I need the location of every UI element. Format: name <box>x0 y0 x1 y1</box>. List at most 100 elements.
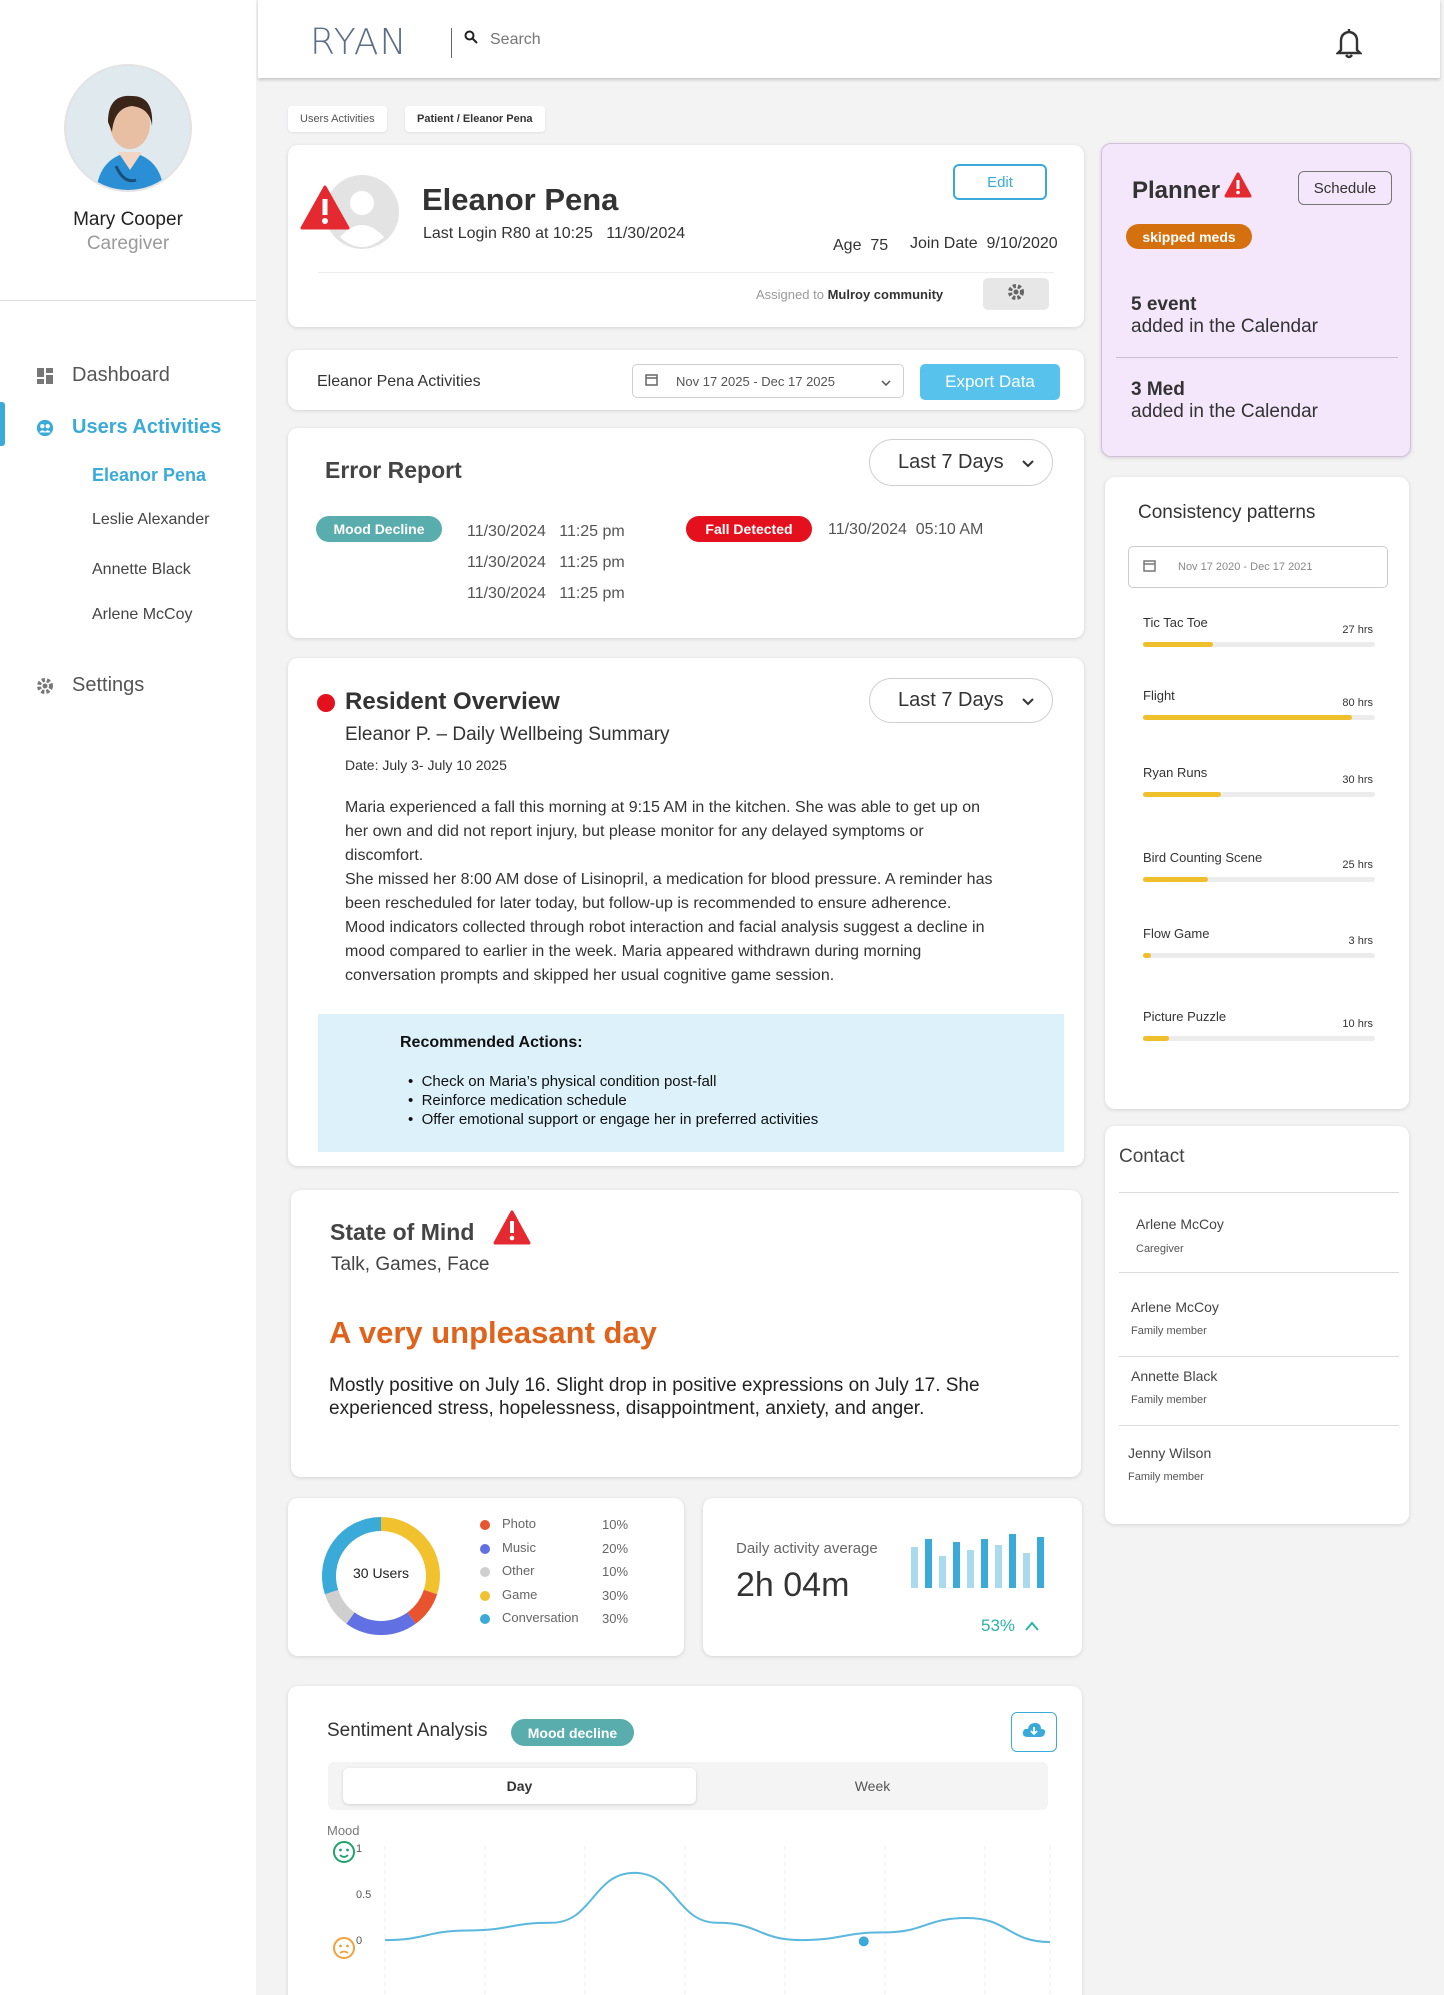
cloud-download-button[interactable] <box>1011 1712 1057 1752</box>
donut-slice-game <box>380 1517 440 1595</box>
error-report-title: Error Report <box>325 457 462 483</box>
contact-title: Contact <box>1119 1146 1185 1167</box>
state-of-mind-title: State of Mind <box>330 1219 475 1245</box>
gear-icon <box>1007 283 1025 306</box>
date-range-picker[interactable]: Nov 17 2025 - Dec 17 2025 <box>632 364 904 398</box>
mood-summary-line: Mostly positive on July 16. Slight drop … <box>329 1375 980 1396</box>
legend-item-other: Other 10% <box>480 1563 670 1583</box>
overview-line: been rescheduled for later today, but fo… <box>345 895 952 912</box>
action-text: Reinforce medication schedule <box>421 1092 627 1109</box>
schedule-button[interactable]: Schedule <box>1298 171 1392 205</box>
action-item: • Check on Maria’s physical condition po… <box>408 1073 717 1090</box>
breadcrumb-patient: Patient / Eleanor Pena <box>405 106 545 132</box>
contact-role: Caregiver <box>1136 1243 1184 1255</box>
game-progress-bar <box>1143 715 1375 720</box>
legend-dot <box>480 1520 490 1530</box>
daily-bar <box>981 1539 988 1588</box>
donut-slice-photo <box>407 1589 438 1624</box>
overview-range-dropdown[interactable]: Last 7 Days <box>869 678 1053 723</box>
active-indicator <box>0 402 5 446</box>
y-tick-label: 0 <box>356 1935 362 1947</box>
overview-title: Resident Overview <box>345 688 560 715</box>
join-label: Join Date <box>910 235 978 252</box>
game-hours: 10 hrs <box>1342 1018 1373 1030</box>
daily-bar <box>995 1545 1002 1588</box>
game-progress-bar <box>1143 642 1375 647</box>
legend-dot <box>480 1590 490 1601</box>
nav-settings[interactable]: Settings <box>36 674 144 697</box>
patient-card: Eleanor Pena Last Login R80 at 10:25 11/… <box>288 145 1084 327</box>
edit-button[interactable]: Edit <box>953 164 1047 200</box>
overview-line: mood compared to earlier in the week. Ma… <box>345 943 922 960</box>
nav-dashboard[interactable]: Dashboard <box>36 364 170 387</box>
overview-line: Mood indicators collected through robot … <box>345 919 985 936</box>
breadcrumb-users-activities[interactable]: Users Activities <box>288 106 387 132</box>
sidebar-divider <box>0 300 256 301</box>
contact-name[interactable]: Jenny Wilson <box>1128 1445 1211 1461</box>
patient-link-eleanor-pena[interactable]: Eleanor Pena <box>92 465 206 486</box>
search-box[interactable]: Search <box>464 30 541 49</box>
planner-item-desc: added in the Calendar <box>1131 316 1318 337</box>
mood-decline-tag: Mood Decline <box>316 516 442 542</box>
game-name: Tic Tac Toe <box>1143 615 1208 630</box>
patient-link-annette-black[interactable]: Annette Black <box>92 561 191 579</box>
overview-subtitle: Eleanor P. – Daily Wellbeing Summary <box>345 724 670 745</box>
error-range-dropdown[interactable]: Last 7 Days <box>869 439 1053 486</box>
legend-dot <box>480 1543 490 1554</box>
ryan-logo[interactable]: RYAN <box>310 22 407 63</box>
nav-label: Users Activities <box>72 416 222 438</box>
legend-label: Game <box>502 1586 538 1602</box>
game-hours: 3 hrs <box>1348 935 1373 947</box>
planner-card: Planner Schedule skipped meds 5 event ad… <box>1101 143 1411 457</box>
overview-body: Maria experienced a fall this morning at… <box>345 796 992 988</box>
status-dot <box>317 694 335 712</box>
contact-name[interactable]: Annette Black <box>1131 1368 1217 1384</box>
resident-overview-card: Resident Overview Last 7 Days Eleanor P.… <box>288 658 1084 1166</box>
legend-item-game: Game 30% <box>480 1587 670 1607</box>
game-hours: 25 hrs <box>1342 859 1373 871</box>
patient-link-leslie-alexander[interactable]: Leslie Alexander <box>92 511 209 529</box>
game-progress-fill <box>1143 877 1209 882</box>
nav-label: Settings <box>72 674 145 696</box>
daily-value: 2h 04m <box>736 1566 850 1604</box>
bell-icon[interactable] <box>1335 27 1363 64</box>
daily-bar <box>967 1550 974 1588</box>
divider <box>1119 1272 1399 1273</box>
divider <box>1119 1356 1399 1357</box>
user-name: Mary Cooper <box>73 209 183 230</box>
view-tabs: Day Week <box>328 1762 1048 1810</box>
daily-activity-card: Daily activity average 2h 04m 53% <box>703 1498 1082 1656</box>
nav-users-activities[interactable]: Users Activities <box>36 416 221 439</box>
game-progress-bar <box>1143 877 1375 882</box>
error-report-card: Error Report Last 7 Days Mood Decline 11… <box>288 428 1084 638</box>
tab-week[interactable]: Week <box>696 1768 1049 1804</box>
game-progress-fill <box>1143 715 1352 720</box>
legend-item-photo: Photo 10% <box>480 1516 670 1536</box>
overview-date: Date: July 3- July 10 2025 <box>345 757 507 773</box>
settings-button[interactable] <box>983 278 1049 310</box>
game-progress-bar <box>1143 1036 1375 1041</box>
avatar[interactable] <box>64 64 192 192</box>
mood-marker[interactable] <box>856 1934 871 1949</box>
consistency-date-picker[interactable]: Nov 17 2020 - Dec 17 2021 <box>1128 546 1388 588</box>
overview-range-value: Last 7 Days <box>898 689 1004 711</box>
game-hours: 80 hrs <box>1342 697 1373 709</box>
sentiment-chart: 10.50 <box>333 1841 1051 1995</box>
legend-label: Music <box>502 1539 536 1555</box>
assigned-to: Assigned to Mulroy community <box>756 287 943 302</box>
age-label: Age <box>833 237 862 254</box>
contact-name[interactable]: Arlene McCoy <box>1131 1299 1219 1315</box>
state-of-mind-card: State of Mind Talk, Games, Face A very u… <box>291 1190 1081 1477</box>
alert-icon <box>1224 172 1252 204</box>
planner-item-desc: added in the Calendar <box>1131 401 1318 422</box>
tab-day[interactable]: Day <box>343 1768 696 1804</box>
contact-name[interactable]: Arlene McCoy <box>1136 1216 1224 1232</box>
recommended-actions-box: Recommended Actions: • Check on Maria’s … <box>318 1014 1064 1152</box>
mood-entry: 11/30/2024 11:25 pm <box>467 523 625 540</box>
search-input[interactable]: Search <box>490 31 541 49</box>
daily-bar <box>1009 1534 1016 1588</box>
patient-link-arlene-mccoy[interactable]: Arlene McCoy <box>92 606 192 624</box>
age-value: 75 <box>870 237 889 254</box>
date-range-value: Nov 17 2025 - Dec 17 2025 <box>676 373 835 389</box>
export-data-button[interactable]: Export Data <box>920 364 1060 400</box>
